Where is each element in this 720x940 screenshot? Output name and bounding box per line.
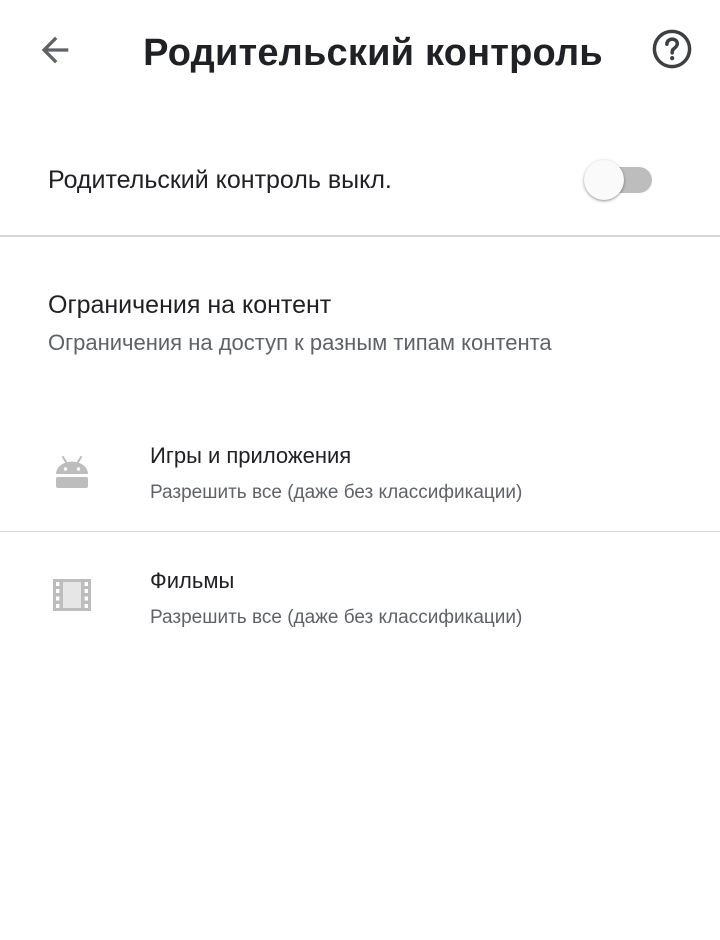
help-circle-icon	[650, 27, 694, 76]
parental-control-switch[interactable]	[584, 160, 654, 200]
games-apps-rating: Разрешить все (даже без классификации)	[150, 482, 523, 503]
movie-film-icon	[50, 573, 94, 617]
parental-control-toggle-row[interactable]: Родительский контроль выкл.	[0, 134, 720, 228]
games-apps-row[interactable]: Игры и приложения Разрешить все (даже бе…	[0, 420, 720, 538]
content-restrictions-subtitle: Ограничения на доступ к разным типам кон…	[48, 330, 552, 355]
games-apps-title: Игры и приложения	[150, 443, 352, 468]
page-title: Родительский контроль	[143, 32, 603, 74]
movies-row[interactable]: Фильмы Разрешить все (даже без классифик…	[0, 546, 720, 664]
section-divider	[0, 235, 720, 237]
movies-rating: Разрешить все (даже без классификации)	[150, 607, 523, 628]
row-divider	[0, 531, 720, 532]
content-restrictions-title: Ограничения на контент	[48, 291, 332, 319]
switch-thumb	[584, 160, 624, 200]
movies-title: Фильмы	[150, 568, 235, 593]
top-app-bar: Родительский контроль	[0, 0, 720, 104]
parental-control-status-label: Родительский контроль выкл.	[48, 166, 392, 194]
android-icon	[50, 450, 94, 494]
help-button[interactable]	[648, 27, 696, 75]
